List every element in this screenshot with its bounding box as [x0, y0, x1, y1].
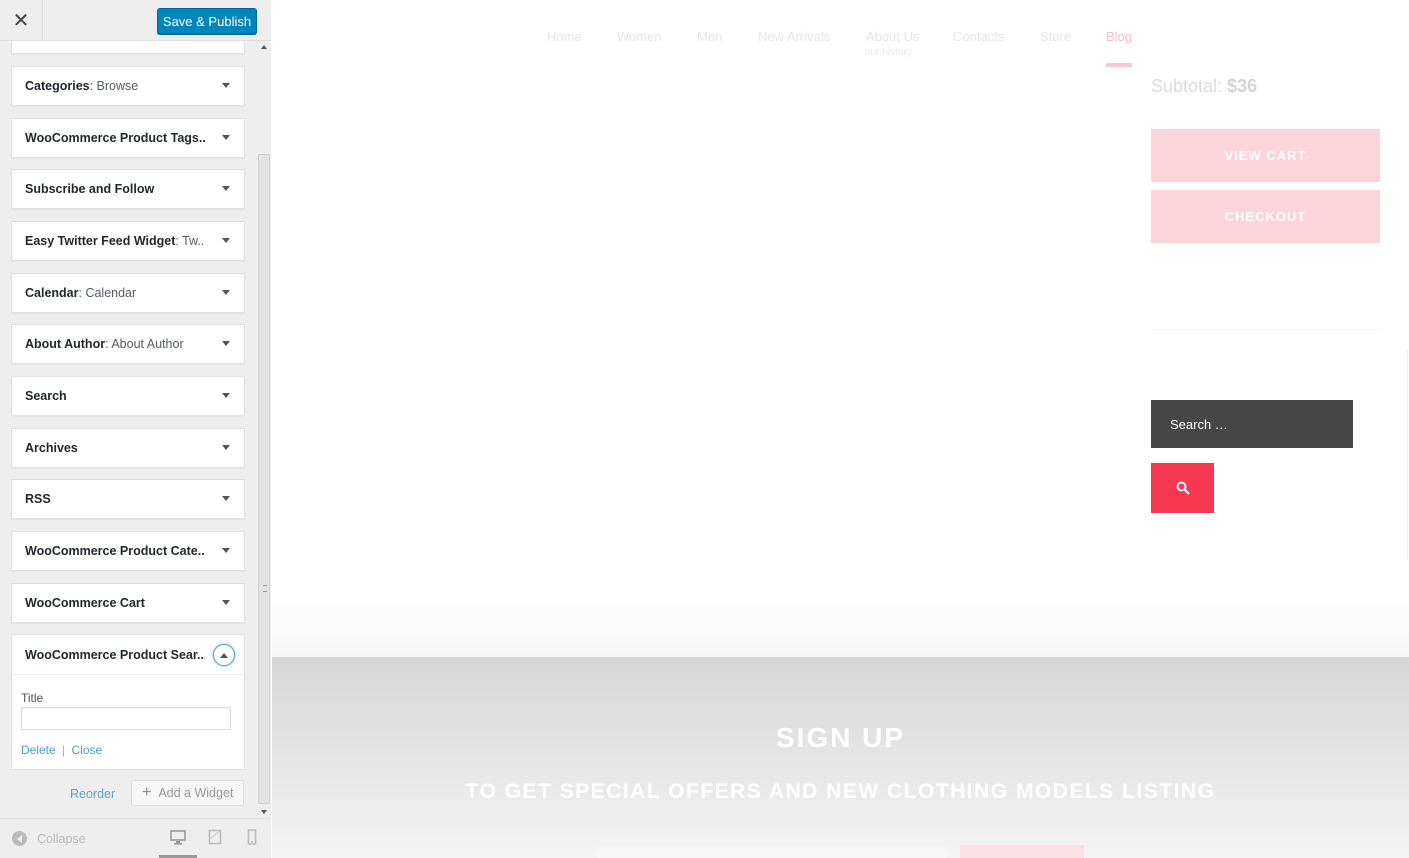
nav-item-home[interactable]: Home [547, 29, 582, 44]
widget-list: Categories: Browse WooCommerce Product T… [0, 41, 257, 818]
site-preview: Home Women Men New Arrivals About Us our… [272, 0, 1409, 858]
nav-sub-about-us: our history [865, 47, 912, 58]
widget-subtitle: : Tw... [175, 234, 205, 248]
expand-arrow-icon[interactable] [222, 83, 230, 88]
signup-email-field[interactable] [597, 847, 947, 858]
nav-item-store[interactable]: Store [1040, 29, 1071, 44]
widget-name: Categories [25, 79, 90, 93]
widget-name: WooCommerce Cart [25, 596, 145, 610]
expand-arrow-icon[interactable] [222, 600, 230, 605]
signup-title: SIGN UP [775, 722, 906, 753]
widget-name: About Author [25, 337, 106, 351]
add-widget-label: Add a Widget [158, 786, 234, 800]
widget-name: Calendar [25, 286, 79, 300]
active-nav-indicator [1106, 63, 1132, 67]
expand-arrow-icon[interactable] [222, 496, 230, 501]
widget-item[interactable]: WooCommerce Product Tags... [11, 118, 245, 158]
search-icon [1176, 481, 1190, 495]
nav-item-blog[interactable]: Blog [1106, 29, 1132, 44]
expand-arrow-icon[interactable] [222, 548, 230, 553]
sidebar-scrollbar[interactable] [257, 41, 271, 818]
collapse-label[interactable]: Collapse [37, 832, 86, 846]
actions-separator: | [62, 743, 66, 757]
reorder-link[interactable]: Reorder [70, 787, 115, 801]
widget-item[interactable]: WooCommerce Product Cate... [11, 531, 245, 571]
expand-arrow-icon[interactable] [222, 238, 230, 243]
widget-name: RSS [25, 492, 51, 506]
subtotal-value: $36 [1227, 76, 1258, 96]
nav-item-contacts[interactable]: Contacts [953, 29, 1004, 44]
scroll-down-icon[interactable] [261, 810, 267, 814]
plus-icon: + [142, 784, 152, 801]
expand-arrow-icon[interactable] [222, 341, 230, 346]
scrollbar-thumb[interactable] [258, 154, 270, 804]
widget-name: Archives [25, 441, 78, 455]
widget-item-expanded: WooCommerce Product Sear... Title Delete… [11, 634, 245, 770]
customizer-header: ✕ Save & Publish [0, 0, 271, 41]
cart-subtotal: Subtotal: $36 [1151, 76, 1257, 97]
widget-name: Search [25, 389, 67, 403]
collapse-widget-icon[interactable] [213, 644, 235, 666]
view-cart-button[interactable]: VIEW CART [1151, 129, 1380, 182]
add-widget-button[interactable]: + Add a Widget [131, 780, 244, 806]
search-button[interactable] [1151, 463, 1214, 513]
tablet-icon[interactable] [208, 829, 222, 845]
nav-item-new-arrivals[interactable]: New Arrivals [758, 29, 830, 44]
checkout-button[interactable]: CHECKOUT [1151, 190, 1380, 243]
widget-item[interactable]: Calendar: Calendar [11, 273, 245, 313]
title-field-label: Title [21, 691, 44, 705]
nav-item-women[interactable]: Women [617, 29, 662, 44]
expand-arrow-icon[interactable] [222, 445, 230, 450]
widget-item-partial[interactable] [11, 41, 245, 54]
title-field[interactable] [21, 707, 231, 730]
divider [1407, 350, 1408, 560]
expand-arrow-icon[interactable] [222, 290, 230, 295]
widget-item[interactable]: WooCommerce Cart [11, 583, 245, 623]
scroll-up-icon[interactable] [261, 45, 267, 49]
close-customizer-button[interactable]: ✕ [0, 0, 43, 41]
widget-header[interactable]: WooCommerce Product Sear... [12, 635, 244, 675]
widget-item[interactable]: Subscribe and Follow [11, 169, 245, 209]
close-widget-link[interactable]: Close [72, 743, 103, 757]
widget-item[interactable]: Categories: Browse [11, 66, 245, 106]
desktop-icon[interactable] [170, 829, 186, 845]
widget-actions: Delete | Close [21, 743, 102, 757]
delete-widget-link[interactable]: Delete [21, 743, 56, 757]
signup-submit-button[interactable] [960, 845, 1084, 858]
widget-item[interactable]: Archives [11, 428, 245, 468]
section-separator [272, 605, 1409, 657]
widget-name: WooCommerce Product Sear... [25, 647, 205, 662]
customizer-footer: Collapse [0, 818, 271, 858]
divider [1151, 329, 1380, 330]
expand-arrow-icon[interactable] [222, 186, 230, 191]
nav-item-about-us[interactable]: About Us [866, 29, 919, 44]
widget-name: WooCommerce Product Cate... [25, 544, 205, 558]
nav-item-men[interactable]: Men [697, 29, 722, 44]
widget-item[interactable]: RSS [11, 479, 245, 519]
mobile-icon[interactable] [247, 829, 257, 845]
widget-name: WooCommerce Product Tags... [25, 131, 205, 145]
customizer-sidebar: ✕ Save & Publish Categories: Browse WooC… [0, 0, 271, 858]
save-publish-button[interactable]: Save & Publish [157, 8, 257, 34]
main-nav: Home Women Men New Arrivals About Us our… [272, 0, 1409, 70]
search-input[interactable]: Search … [1151, 400, 1353, 448]
search-placeholder: Search … [1170, 416, 1228, 432]
signup-section: SIGN UP TO GET SPECIAL OFFERS AND NEW CL… [272, 657, 1409, 858]
widget-item[interactable]: Easy Twitter Feed Widget: Tw... [11, 221, 245, 261]
grip-icon [263, 585, 267, 592]
signup-subtitle: TO GET SPECIAL OFFERS AND NEW CLOTHING M… [465, 780, 1216, 803]
expand-arrow-icon[interactable] [222, 393, 230, 398]
widget-subtitle: : Calendar [78, 286, 137, 300]
widget-subtitle: : Browse [89, 79, 139, 93]
widget-item[interactable]: Search [11, 376, 245, 416]
expand-arrow-icon[interactable] [222, 135, 230, 140]
widget-name: Subscribe and Follow [25, 182, 155, 196]
collapse-icon[interactable] [12, 831, 27, 846]
widget-name: Easy Twitter Feed Widget [25, 234, 176, 248]
widget-subtitle: : About Author [105, 337, 184, 351]
subtotal-label: Subtotal: [1151, 76, 1223, 96]
widget-item[interactable]: About Author: About Author [11, 324, 245, 364]
